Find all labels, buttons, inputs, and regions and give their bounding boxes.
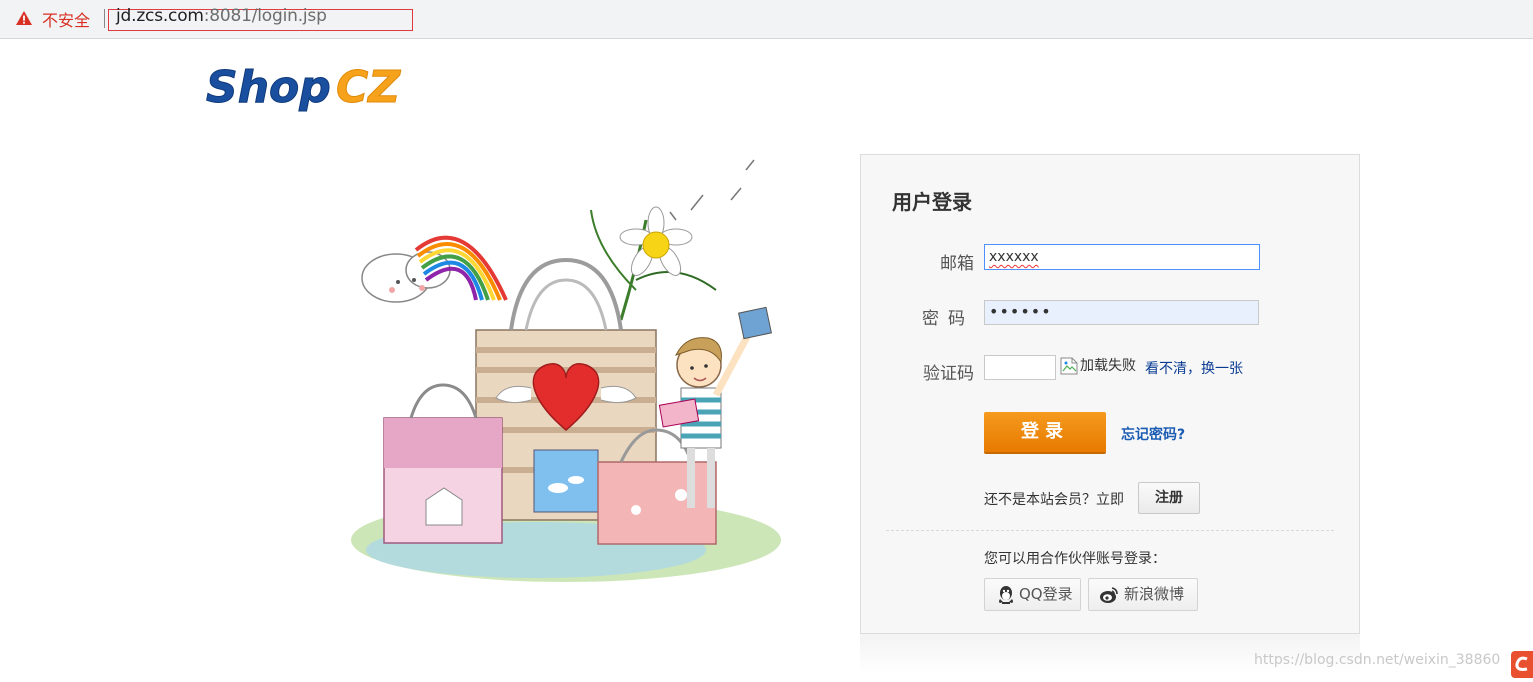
csdn-icon[interactable] [1511,651,1533,678]
weibo-login-button[interactable]: 新浪微博 [1088,578,1198,611]
warning-icon[interactable] [15,10,33,26]
login-title: 用户登录 [892,190,972,214]
email-label: 邮箱 [940,254,974,274]
not-member-text: 还不是本站会员？立即 [984,492,1124,508]
shopping-illustration [351,159,781,582]
url-field[interactable]: jd.zcs.com:8081/login.jsp [116,6,327,26]
password-input-value: •••••• [989,302,1052,321]
weibo-icon [1100,587,1118,603]
captcha-image-fallback[interactable]: 加载失败 [1080,355,1136,375]
csdn-c-glyph [1515,656,1528,671]
logo-cz-text: CZ [336,62,401,113]
weibo-login-label: 新浪微博 [1124,585,1185,603]
url-host: jd.zcs.com [116,6,204,26]
shopcz-logo[interactable]: Shop CZ [204,58,434,118]
refresh-captcha-link[interactable]: 看不清，换一张 [1145,358,1243,378]
qq-icon [999,586,1013,604]
partner-login-text: 您可以用合作伙伴账号登录： [984,551,1166,567]
address-separator [104,9,105,28]
captcha-input[interactable] [984,355,1056,380]
security-status[interactable]: 不安全 [42,7,90,31]
url-path: :8081/login.jsp [203,6,327,26]
password-label: 密码 [922,309,974,329]
register-button[interactable]: 注册 [1138,482,1200,514]
password-input[interactable]: •••••• [984,300,1259,325]
logo-shop-text: Shop [206,62,331,113]
qq-login-button[interactable]: QQ登录 [984,578,1081,611]
login-button[interactable]: 登录 [984,412,1106,452]
broken-image-icon[interactable] [1060,357,1078,375]
email-input[interactable]: xxxxxx [984,244,1260,270]
browser-address-bar: 不安全 jd.zcs.com:8081/login.jsp [0,0,1533,39]
email-input-value: xxxxxx [989,249,1039,265]
captcha-label: 验证码 [923,364,974,384]
forgot-password-link[interactable]: 忘记密码? [1121,424,1185,444]
qq-login-label: QQ登录 [1019,585,1073,603]
divider [886,530,1334,531]
csdn-watermark: https://blog.csdn.net/weixin_38860 [1254,652,1501,668]
